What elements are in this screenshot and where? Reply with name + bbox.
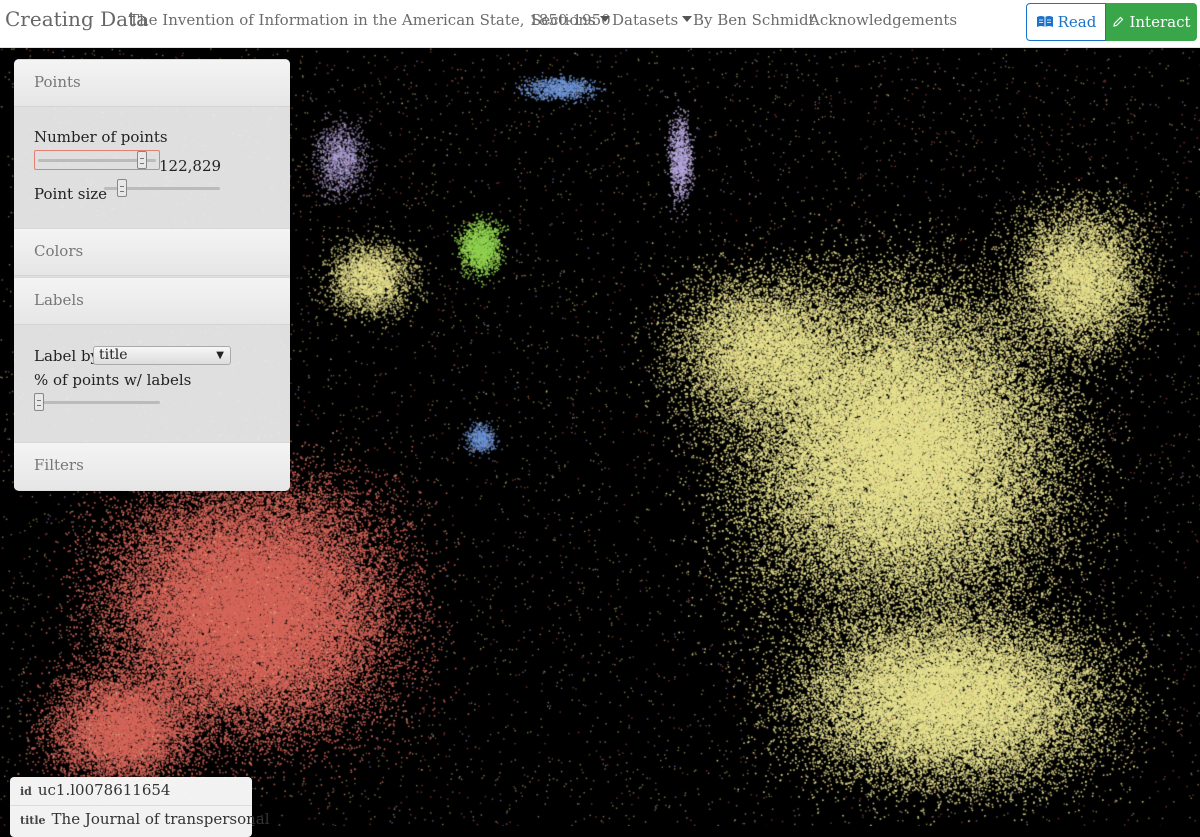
tooltip-title-key: title: [20, 814, 46, 827]
tooltip-title-value: The Journal of transpersonal: [51, 810, 270, 828]
interact-button[interactable]: Interact: [1106, 3, 1197, 41]
point-size-thumb[interactable]: [117, 179, 127, 197]
datasets-label: Datasets: [612, 11, 679, 29]
number-of-points-value: 122,829: [159, 157, 222, 175]
tooltip-id-key: id: [20, 785, 32, 798]
point-size-label: Point size: [34, 185, 108, 203]
control-panel: Points Number of points 122,829 Point si…: [14, 59, 290, 491]
datasets-dropdown[interactable]: Datasets: [612, 11, 693, 29]
sections-label: Sections: [531, 11, 596, 29]
acknowledgements-link[interactable]: Acknowledgements: [809, 11, 957, 29]
colors-section-header[interactable]: Colors: [14, 228, 290, 276]
pct-labels-thumb[interactable]: [34, 393, 44, 411]
label-by-select[interactable]: title ▼: [93, 346, 231, 365]
read-label: Read: [1057, 13, 1097, 31]
pencil-icon: [1113, 16, 1124, 27]
tooltip-id-row: id uc1.l0078611654: [10, 777, 252, 805]
open-book-icon: [1036, 16, 1053, 27]
tooltip-id-value: uc1.l0078611654: [37, 781, 171, 799]
point-size-slider[interactable]: [104, 178, 220, 198]
number-of-points-thumb[interactable]: [137, 151, 147, 169]
filters-section-header[interactable]: Filters: [14, 442, 290, 490]
pct-labels-slider[interactable]: [34, 392, 160, 412]
read-button[interactable]: Read: [1026, 3, 1106, 41]
caret-down-icon: [599, 16, 610, 22]
brand-link[interactable]: Creating Data: [5, 7, 148, 31]
pct-labels-track: [34, 401, 160, 404]
number-of-points-slider[interactable]: [34, 150, 160, 170]
interact-label: Interact: [1129, 13, 1191, 31]
point-tooltip: id uc1.l0078611654 title The Journal of tr…: [10, 777, 270, 837]
label-by-value: title: [99, 347, 128, 363]
labels-section-header[interactable]: Labels: [14, 277, 290, 325]
author-link[interactable]: By Ben Schmidt: [693, 11, 815, 29]
mode-button-group: Read Interact: [1026, 3, 1197, 41]
top-navbar: Creating Data The Invention of Informati…: [0, 0, 1200, 48]
dropdown-arrow-icon: ▼: [216, 350, 224, 361]
sections-dropdown[interactable]: Sections: [531, 11, 610, 29]
pct-labels-label: % of points w/ labels: [34, 371, 192, 389]
number-of-points-label: Number of points: [34, 128, 168, 146]
caret-down-icon: [682, 16, 693, 22]
tooltip-title-row: title The Journal of transpersonal: [10, 805, 270, 833]
points-section-header[interactable]: Points: [14, 59, 290, 107]
